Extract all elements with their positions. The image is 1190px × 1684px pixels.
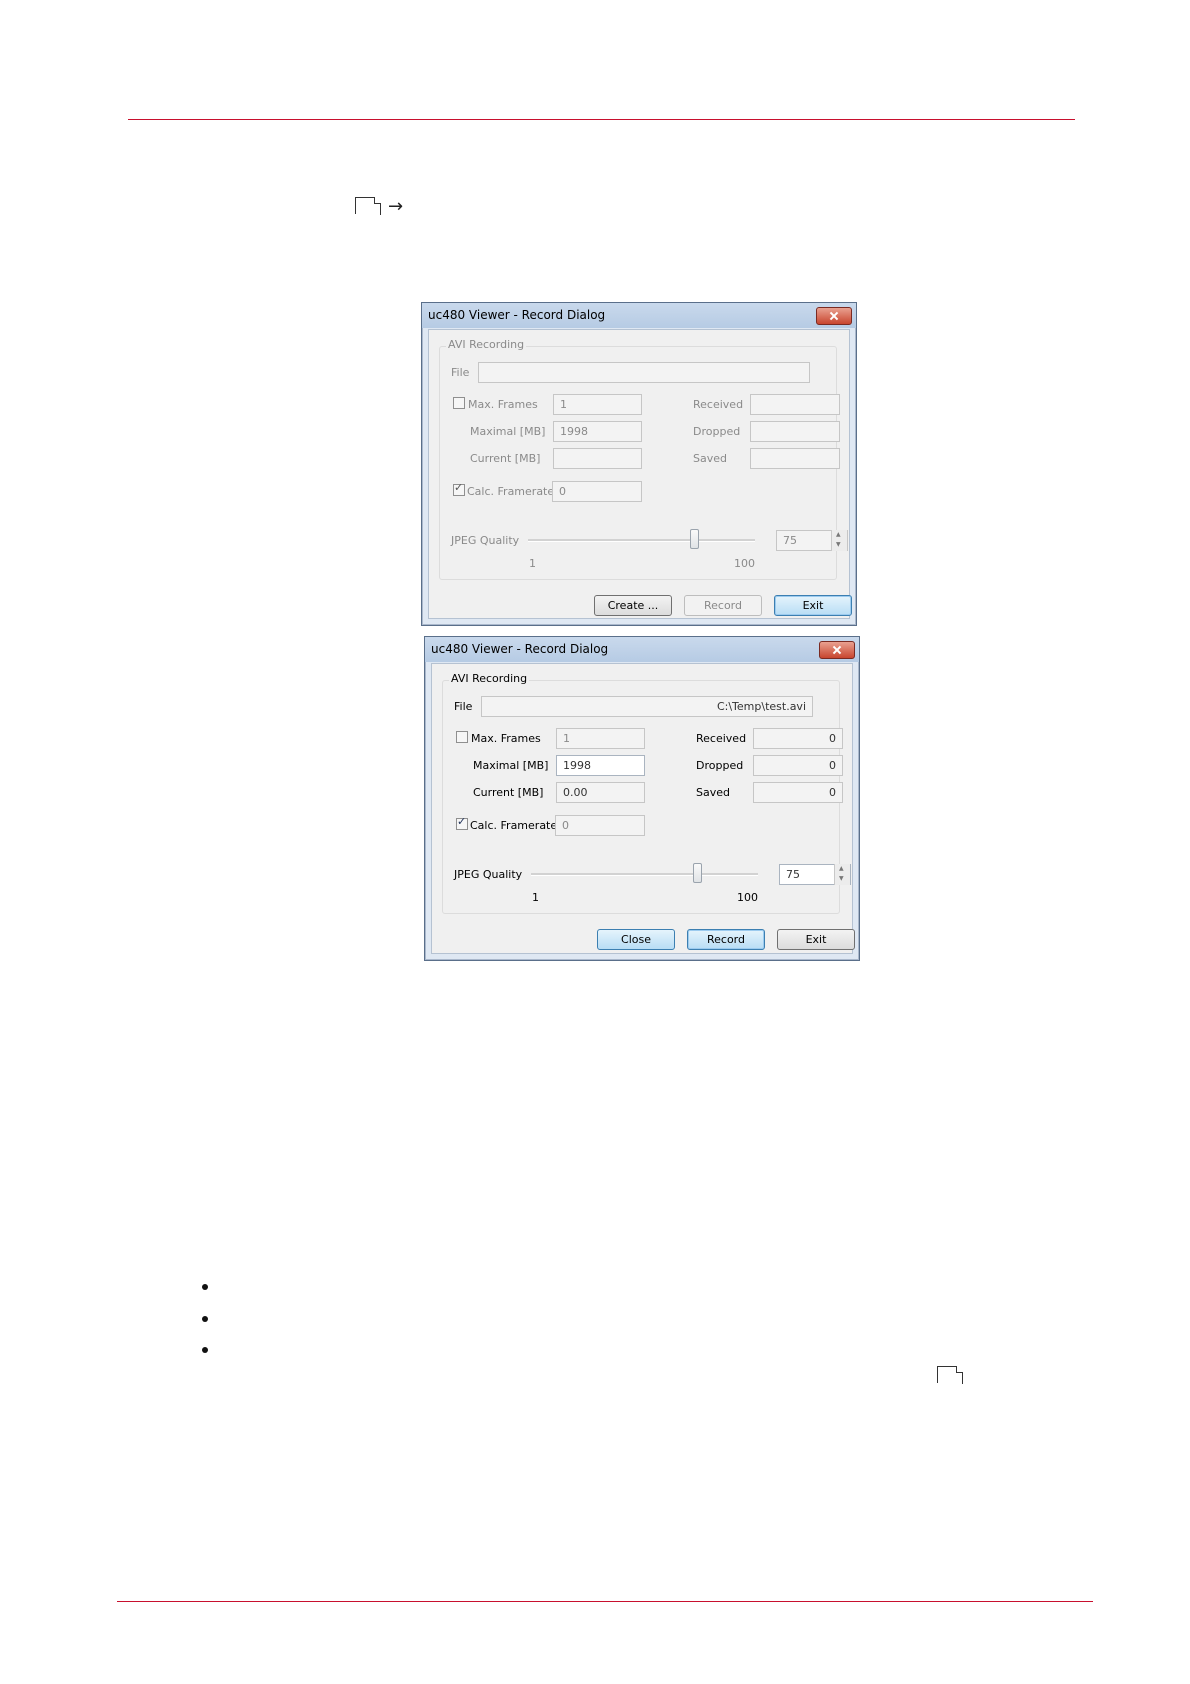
dialog-client: AVI Recording File C:\Temp\test.avi Max.…: [431, 663, 855, 954]
spin-down-icon[interactable]: ▼: [839, 875, 844, 882]
file-field[interactable]: [478, 362, 810, 383]
slider-max-label: 100: [737, 891, 758, 904]
dialog-client: AVI Recording File Max. Frames 1 Maximal…: [428, 329, 852, 619]
group-title: AVI Recording: [449, 672, 530, 685]
record-button[interactable]: Record: [687, 929, 765, 950]
calc-framerate-label: Calc. Framerate: [470, 819, 558, 832]
spin-up-icon[interactable]: ▲: [836, 531, 841, 538]
received-value: 0: [829, 732, 836, 745]
slider-min-label: 1: [532, 891, 539, 904]
create-button[interactable]: Create ...: [594, 595, 672, 616]
spinner[interactable]: ▲ ▼: [831, 530, 847, 551]
max-frames-field[interactable]: 1: [553, 394, 642, 415]
title-bar[interactable]: uc480 Viewer - Record Dialog: [422, 303, 856, 328]
max-frames-checkbox[interactable]: [453, 397, 465, 409]
calc-framerate-field[interactable]: 0: [552, 481, 642, 502]
maximal-mb-field[interactable]: 1998: [556, 755, 645, 776]
current-mb-label: Current [MB]: [470, 452, 541, 465]
current-mb-field[interactable]: [553, 448, 642, 469]
max-frames-label: Max. Frames: [468, 398, 538, 411]
close-icon[interactable]: [819, 641, 855, 659]
jpeg-quality-value: 75: [786, 868, 800, 881]
current-mb-label: Current [MB]: [473, 786, 544, 799]
exit-button[interactable]: Exit: [774, 595, 852, 616]
file-field[interactable]: C:\Temp\test.avi: [481, 696, 813, 717]
exit-button[interactable]: Exit: [777, 929, 855, 950]
jpeg-quality-label: JPEG Quality: [454, 868, 523, 881]
maximal-mb-label: Maximal [MB]: [473, 759, 549, 772]
jpeg-quality-value: 75: [783, 534, 797, 547]
received-field: [750, 394, 840, 415]
check-mark-icon: ✓: [457, 815, 467, 828]
max-frames-field[interactable]: 1: [556, 728, 645, 749]
jpeg-quality-slider-thumb[interactable]: [690, 529, 699, 549]
record-button[interactable]: Record: [684, 595, 762, 616]
list-bullet: [202, 1347, 208, 1353]
dialog-title: uc480 Viewer - Record Dialog: [431, 642, 609, 656]
list-bullet: [202, 1316, 208, 1322]
dropped-label: Dropped: [696, 759, 744, 772]
maximal-mb-label: Maximal [MB]: [470, 425, 546, 438]
max-frames-value: 1: [560, 398, 567, 411]
maximal-mb-value: 1998: [560, 425, 588, 438]
calc-framerate-value: 0: [559, 485, 566, 498]
group-title: AVI Recording: [446, 338, 527, 351]
dropped-field: [750, 421, 840, 442]
jpeg-quality-slider-track[interactable]: [531, 873, 758, 876]
saved-field: 0: [753, 782, 843, 803]
title-bar[interactable]: uc480 Viewer - Record Dialog: [425, 637, 859, 662]
record-dialog-active: uc480 Viewer - Record Dialog AVI Recordi…: [424, 636, 860, 961]
avi-recording-group: AVI Recording File Max. Frames 1 Maximal…: [439, 338, 848, 580]
max-frames-label: Max. Frames: [471, 732, 541, 745]
calc-framerate-field[interactable]: 0: [555, 815, 645, 836]
dialog-title: uc480 Viewer - Record Dialog: [428, 308, 606, 322]
saved-field: [750, 448, 840, 469]
received-label: Received: [693, 398, 744, 411]
current-mb-field[interactable]: 0.00: [556, 782, 645, 803]
footer-rule: [117, 1601, 1093, 1602]
jpeg-quality-label: JPEG Quality: [451, 534, 520, 547]
record-dialog-initial: uc480 Viewer - Record Dialog AVI Recordi…: [421, 302, 857, 626]
calc-framerate-label: Calc. Framerate: [467, 485, 555, 498]
calc-framerate-checkbox[interactable]: ✓: [456, 815, 468, 830]
arrow-icon: →: [388, 196, 404, 217]
list-bullet: [202, 1284, 208, 1290]
dropped-field: 0: [753, 755, 843, 776]
calc-framerate-value: 0: [562, 819, 569, 832]
slider-min-label: 1: [529, 557, 536, 570]
page-reference-icon[interactable]: [355, 197, 381, 215]
file-label: File: [451, 366, 470, 379]
maximal-mb-value: 1998: [563, 759, 591, 772]
saved-label: Saved: [693, 452, 727, 465]
jpeg-quality-slider-track[interactable]: [528, 539, 755, 542]
check-mark-icon: ✓: [454, 481, 464, 494]
avi-recording-group: AVI Recording File C:\Temp\test.avi Max.…: [442, 672, 851, 914]
calc-framerate-checkbox[interactable]: ✓: [453, 481, 465, 496]
dropped-value: 0: [829, 759, 836, 772]
max-frames-checkbox[interactable]: [456, 731, 468, 743]
dropped-label: Dropped: [693, 425, 741, 438]
close-icon[interactable]: [816, 307, 852, 325]
maximal-mb-field[interactable]: 1998: [553, 421, 642, 442]
spin-down-icon[interactable]: ▼: [836, 541, 841, 548]
saved-value: 0: [829, 786, 836, 799]
max-frames-value: 1: [563, 732, 570, 745]
spin-up-icon[interactable]: ▲: [839, 865, 844, 872]
close-button[interactable]: Close: [597, 929, 675, 950]
jpeg-quality-slider-thumb[interactable]: [693, 863, 702, 883]
jpeg-quality-input[interactable]: 75 ▲ ▼: [779, 864, 851, 885]
received-label: Received: [696, 732, 747, 745]
header-rule: [128, 119, 1075, 120]
slider-max-label: 100: [734, 557, 755, 570]
saved-label: Saved: [696, 786, 730, 799]
jpeg-quality-input[interactable]: 75 ▲ ▼: [776, 530, 848, 551]
spinner[interactable]: ▲ ▼: [834, 864, 850, 885]
file-value: C:\Temp\test.avi: [716, 700, 806, 713]
current-mb-value: 0.00: [563, 786, 588, 799]
received-field: 0: [753, 728, 843, 749]
file-label: File: [454, 700, 473, 713]
page-reference-icon[interactable]: [937, 1366, 963, 1384]
